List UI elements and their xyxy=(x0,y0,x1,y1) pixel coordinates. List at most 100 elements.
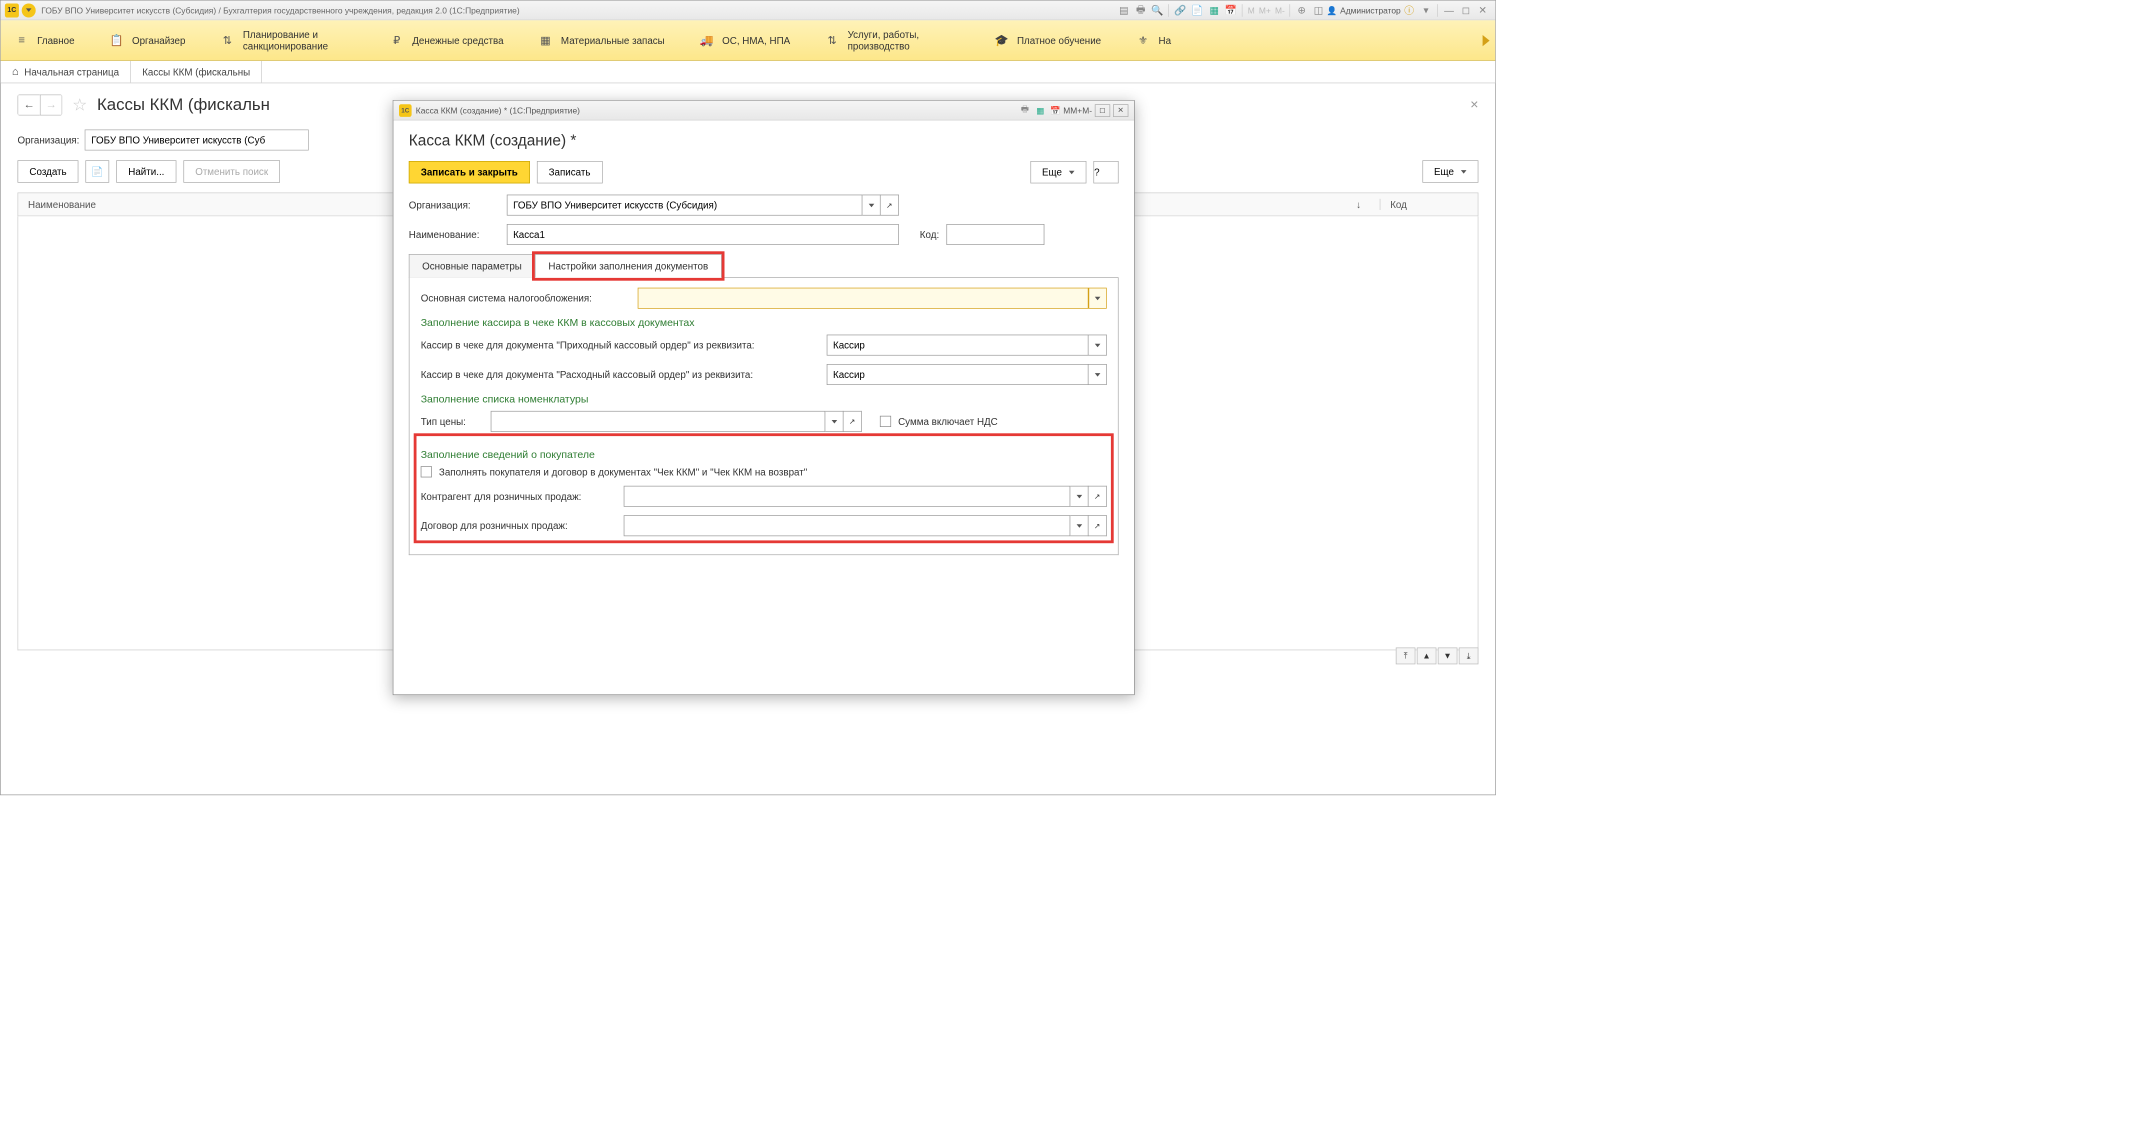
back-button[interactable]: ← xyxy=(18,95,40,116)
modal-title: Касса ККМ (создание) * xyxy=(409,132,1119,150)
modal-window-title: Касса ККМ (создание) * (1С:Предприятие) xyxy=(416,105,580,115)
nav-services[interactable]: ⇅Услуги, работы, производство xyxy=(825,28,959,52)
price-type-dropdown-icon[interactable] xyxy=(825,411,843,432)
tab-kkm[interactable]: Кассы ККМ (фискальны xyxy=(131,61,262,83)
favorite-star-icon[interactable]: ☆ xyxy=(72,95,87,115)
contragent-label: Контрагент для розничных продаж: xyxy=(421,491,617,502)
memory-mplus[interactable]: M+ xyxy=(1257,5,1273,15)
nav-organizer[interactable]: 📋Органайзер xyxy=(110,33,186,47)
minimize-icon[interactable]: — xyxy=(1442,3,1456,17)
page-close-icon[interactable]: × xyxy=(1470,97,1478,113)
nav-more[interactable]: ⚜На xyxy=(1136,33,1171,47)
memory-mminus[interactable]: M- xyxy=(1273,5,1287,15)
modal-org-input[interactable] xyxy=(507,195,863,216)
col-sort-icon[interactable]: ↓ xyxy=(1338,199,1380,210)
modal-org-open-icon[interactable]: ↗ xyxy=(881,195,899,216)
more-button[interactable]: Еще xyxy=(1422,160,1478,182)
tax-input[interactable] xyxy=(638,288,1089,309)
modal-mminus[interactable]: M- xyxy=(1082,105,1092,115)
search-icon[interactable]: 🔍 xyxy=(1150,3,1164,17)
cashier-out-dropdown-icon[interactable] xyxy=(1089,364,1107,385)
modal-grid-icon[interactable]: ▦ xyxy=(1034,104,1047,117)
save-button[interactable]: Записать xyxy=(537,161,603,183)
cancel-search-button[interactable]: Отменить поиск xyxy=(183,160,280,182)
price-type-input[interactable] xyxy=(491,411,826,432)
section-cashier-title: Заполнение кассира в чеке ККМ в кассовых… xyxy=(421,317,1107,329)
main-navigation: ≡Главное 📋Органайзер ⇅Планирование и сан… xyxy=(1,20,1496,61)
contragent-input[interactable] xyxy=(624,486,1071,507)
modal-close-icon[interactable]: ✕ xyxy=(1113,104,1128,117)
tax-dropdown-icon[interactable] xyxy=(1089,288,1107,309)
copy-button[interactable]: 📄 xyxy=(86,160,110,182)
create-button[interactable]: Создать xyxy=(18,160,79,182)
modal-name-label: Наименование: xyxy=(409,229,500,240)
modal-mplus[interactable]: M+ xyxy=(1070,105,1082,115)
modal-name-input[interactable] xyxy=(507,224,899,245)
modal-org-label: Организация: xyxy=(409,200,500,211)
list-up-icon[interactable]: ▲ xyxy=(1417,648,1437,665)
tab-main-params[interactable]: Основные параметры xyxy=(409,254,535,278)
modal-code-input[interactable] xyxy=(946,224,1044,245)
app-logo-icon: 1C xyxy=(5,3,19,17)
col-code[interactable]: Код xyxy=(1380,199,1478,210)
report-icon[interactable]: 📄 xyxy=(1190,3,1204,17)
info-dd-icon[interactable]: ▾ xyxy=(1419,3,1433,17)
tab-home[interactable]: Начальная страница xyxy=(1,61,131,83)
contragent-dropdown-icon[interactable] xyxy=(1070,486,1088,507)
cashier-out-input[interactable] xyxy=(827,364,1089,385)
contract-open-icon[interactable]: ↗ xyxy=(1089,515,1107,536)
link-icon[interactable]: 🔗 xyxy=(1174,3,1188,17)
modal-org-dropdown-icon[interactable] xyxy=(862,195,880,216)
app-menu-dropdown[interactable] xyxy=(22,3,36,17)
tab-doc-settings[interactable]: Настройки заполнения документов xyxy=(535,254,721,278)
fill-buyer-checkbox[interactable] xyxy=(421,466,432,477)
modal-print-icon[interactable]: 🖶 xyxy=(1018,104,1031,117)
grid-icon[interactable]: ▦ xyxy=(1207,3,1221,17)
modal-cal-icon[interactable]: 📅 xyxy=(1049,104,1062,117)
price-type-open-icon[interactable]: ↗ xyxy=(844,411,862,432)
modal-code-label: Код: xyxy=(920,229,939,240)
modal-logo-icon: 1C xyxy=(399,104,412,117)
current-user[interactable]: 👤Администратор xyxy=(1327,5,1401,15)
nav-assets[interactable]: 🚚ОС, НМА, НПА xyxy=(700,33,790,47)
info-icon[interactable]: ⓘ xyxy=(1402,3,1416,17)
org-label: Организация: xyxy=(18,134,80,145)
cashier-in-input[interactable] xyxy=(827,335,1089,356)
list-top-icon[interactable]: ⤒ xyxy=(1396,648,1416,665)
save-close-button[interactable]: Записать и закрыть xyxy=(409,161,530,183)
section-buyer-title: Заполнение сведений о покупателе xyxy=(421,449,1107,461)
modal-more-button[interactable]: Еще xyxy=(1030,161,1086,183)
maximize-icon[interactable]: ◻ xyxy=(1459,3,1473,17)
nav-materials[interactable]: ▦Материальные запасы xyxy=(539,33,665,47)
cashier-in-label: Кассир в чеке для документа "Приходный к… xyxy=(421,340,820,351)
contract-dropdown-icon[interactable] xyxy=(1070,515,1088,536)
panels-icon[interactable]: ◫ xyxy=(1311,3,1325,17)
zoom-icon[interactable]: ⊕ xyxy=(1295,3,1309,17)
modal-dialog: 1C Касса ККМ (создание) * (1С:Предприяти… xyxy=(393,100,1135,695)
modal-restore-icon[interactable]: ◻ xyxy=(1095,104,1110,117)
fill-buyer-label: Заполнять покупателя и договор в докумен… xyxy=(439,466,807,477)
toolbar-icon[interactable]: ▤ xyxy=(1117,3,1131,17)
nav-planning[interactable]: ⇅Планирование и санкционирование xyxy=(220,28,354,52)
contragent-open-icon[interactable]: ↗ xyxy=(1089,486,1107,507)
cashier-out-label: Кассир в чеке для документа "Расходный к… xyxy=(421,369,820,380)
help-button[interactable]: ? xyxy=(1093,161,1118,183)
list-down-icon[interactable]: ▼ xyxy=(1438,648,1458,665)
contract-input[interactable] xyxy=(624,515,1071,536)
find-button[interactable]: Найти... xyxy=(116,160,176,182)
org-input[interactable] xyxy=(85,130,309,151)
list-bottom-icon[interactable]: ⤓ xyxy=(1459,648,1479,665)
calendar-icon[interactable]: 📅 xyxy=(1224,3,1238,17)
cashier-in-dropdown-icon[interactable] xyxy=(1089,335,1107,356)
close-icon[interactable]: ✕ xyxy=(1476,3,1490,17)
nav-main[interactable]: ≡Главное xyxy=(15,33,75,47)
vat-checkbox[interactable] xyxy=(880,416,891,427)
modal-m[interactable]: M xyxy=(1063,105,1070,115)
nav-scroll-right-icon[interactable] xyxy=(1483,35,1490,46)
print-icon[interactable]: 🖶 xyxy=(1134,3,1148,17)
nav-money[interactable]: ₽Денежные средства xyxy=(390,33,504,47)
price-type-label: Тип цены: xyxy=(421,416,484,427)
memory-m[interactable]: M xyxy=(1246,5,1257,15)
nav-education[interactable]: 🎓Платное обучение xyxy=(995,33,1102,47)
forward-button[interactable]: → xyxy=(40,95,62,116)
